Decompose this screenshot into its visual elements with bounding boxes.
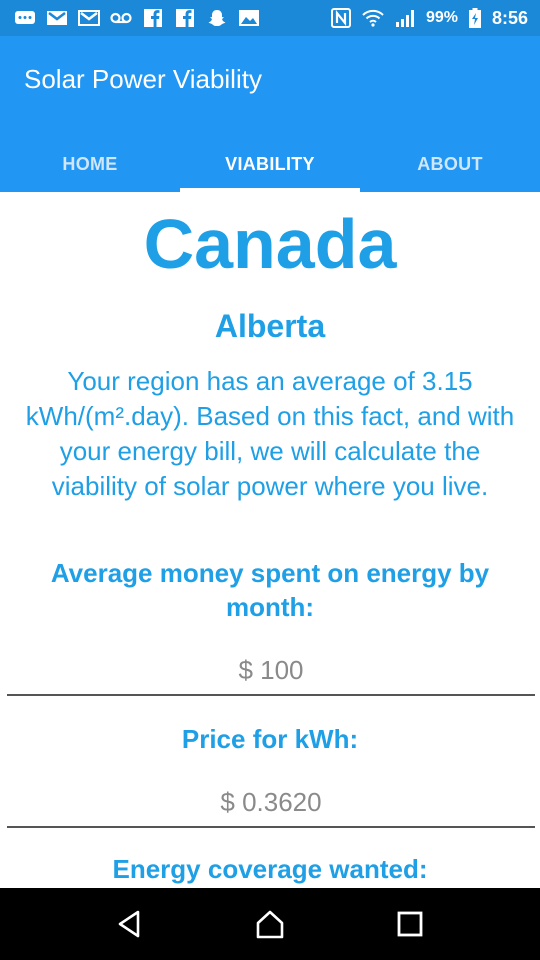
country-title: Canada [143,205,397,283]
money-field-container [7,648,535,696]
facebook-icon [142,8,164,28]
price-label: Price for kWh: [181,724,359,754]
tab-viability[interactable]: VIABILITY [180,136,360,192]
signal-icon [394,8,416,28]
price-field-container [7,780,535,828]
province-title: Alberta [214,308,326,344]
battery-percent: 99% [425,9,458,26]
chat-icon [14,8,36,28]
facebook-icon [174,8,196,28]
notification-icons [14,8,260,28]
snapchat-icon [206,8,228,28]
money-label: Average money spent on energy by month: [50,558,490,622]
tab-bar: HOME VIABILITY ABOUT [0,136,540,192]
battery-icon [468,8,482,28]
image-icon [238,8,260,28]
wifi-icon [362,8,384,28]
home-icon[interactable] [250,904,290,944]
tab-about[interactable]: ABOUT [360,136,540,192]
status-bar: 99% 8:56 [0,0,540,36]
back-icon[interactable] [110,904,150,944]
navigation-bar [0,888,540,960]
voicemail-icon [110,8,132,28]
gmail-icon [46,8,68,28]
region-description: Your region has an average of 3.15 kWh/(… [25,366,515,501]
app-bar: Solar Power Viability HOME VIABILITY ABO… [0,36,540,192]
system-icons: 99% 8:56 [330,8,528,29]
viability-content[interactable]: Canada Alberta Your region has an averag… [0,192,540,888]
recents-icon[interactable] [390,904,430,944]
coverage-label: Energy coverage wanted: [112,854,428,884]
price-input[interactable] [7,780,535,824]
status-time: 8:56 [491,7,528,28]
money-input[interactable] [7,648,535,692]
gmail-icon [78,8,100,28]
nfc-icon [330,8,352,28]
app-title: Solar Power Viability [24,64,262,94]
tab-home[interactable]: HOME [0,136,180,192]
